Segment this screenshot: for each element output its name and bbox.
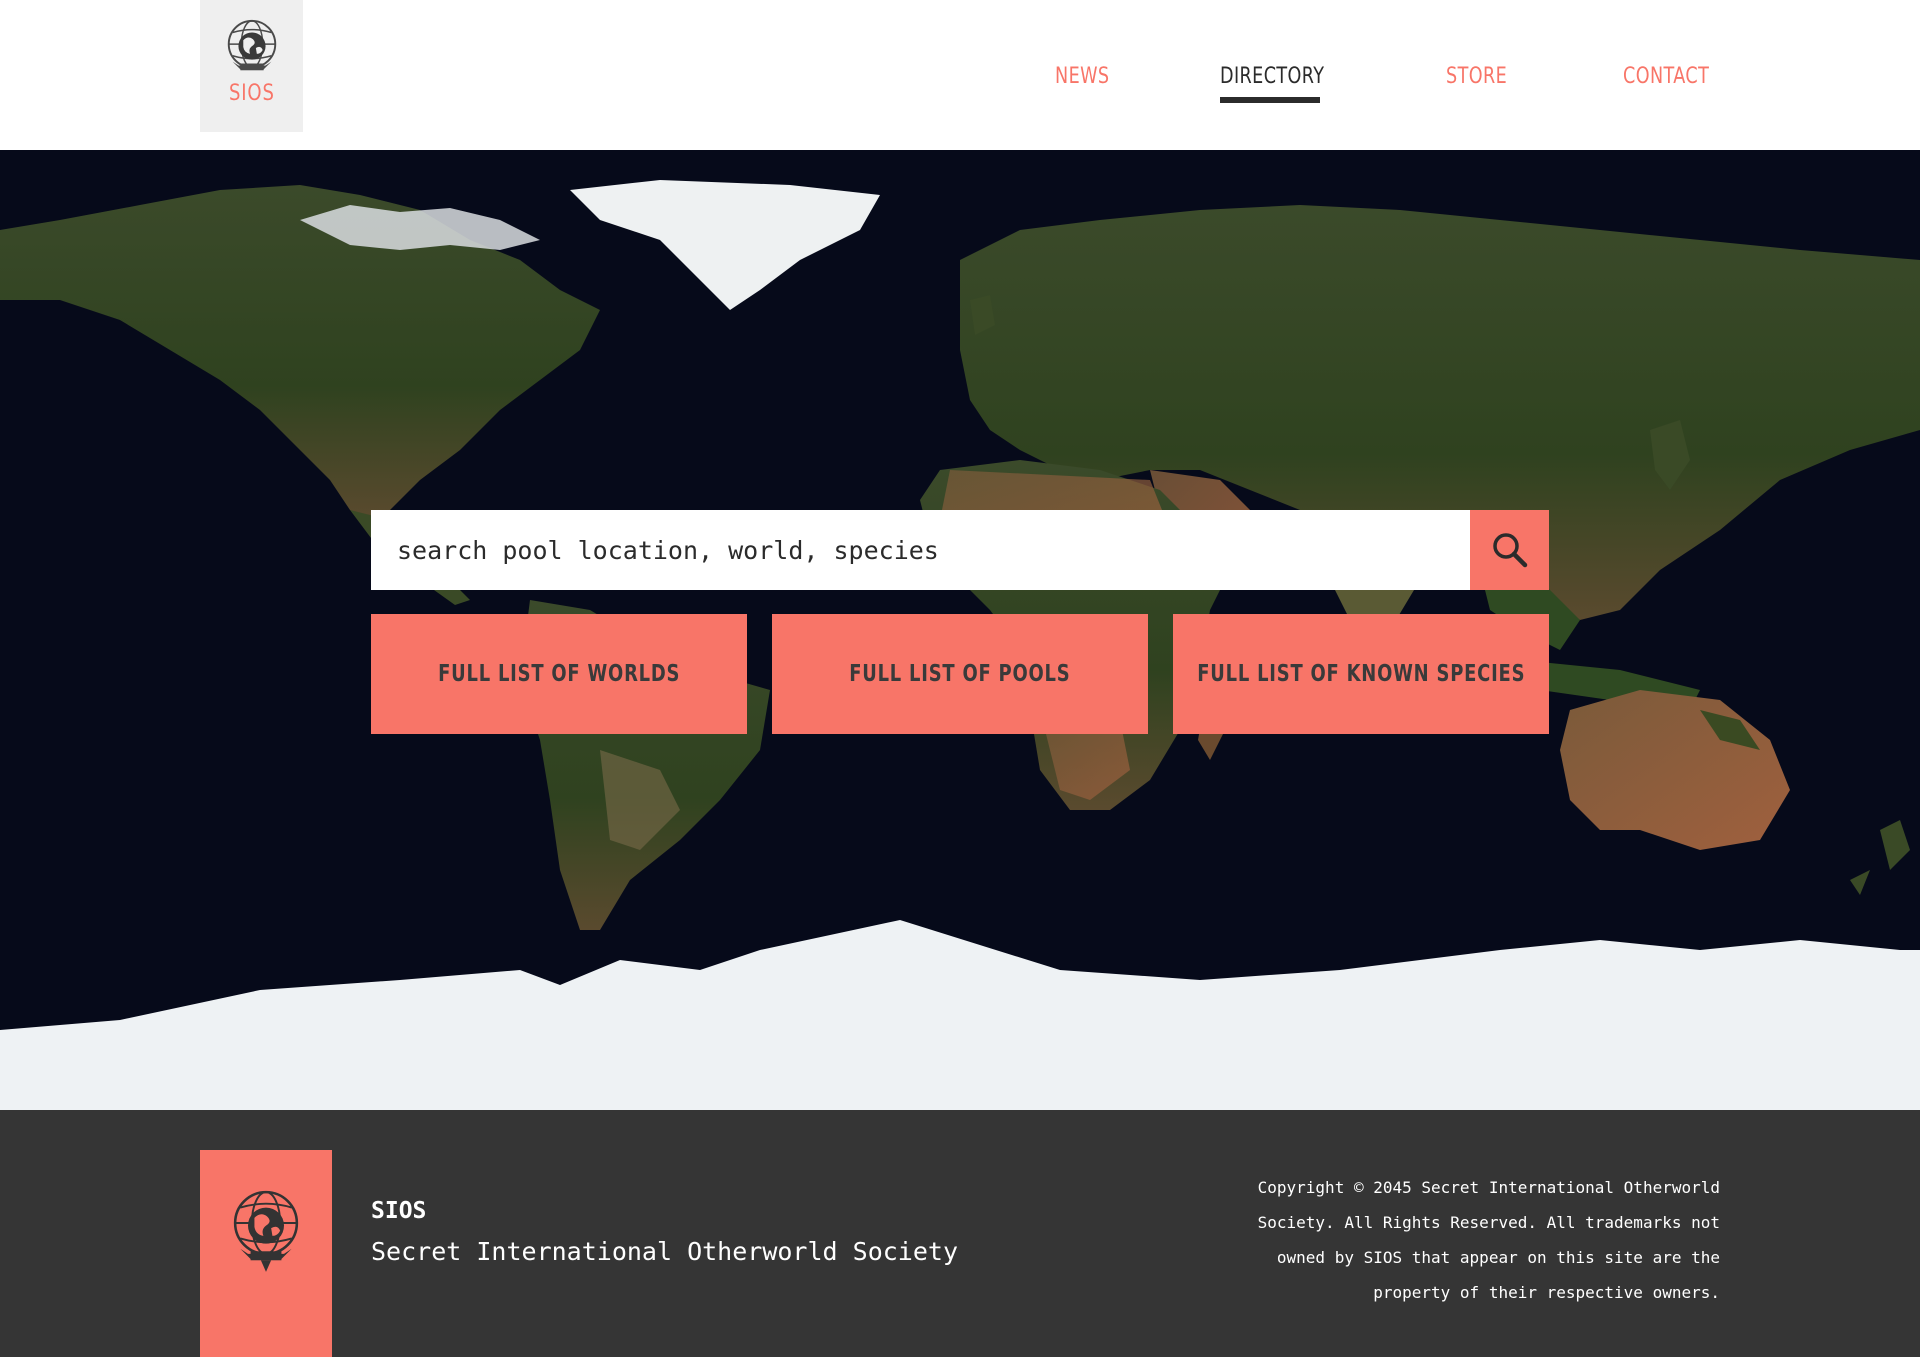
full-list-pools-button[interactable]: FULL LIST OF POOLS	[772, 614, 1148, 734]
nav-directory[interactable]: DIRECTORY	[1220, 64, 1324, 89]
footer-full-name: Secret International Otherworld Society	[371, 1237, 958, 1266]
hero-world-map: FULL LIST OF WORLDS FULL LIST OF POOLS F…	[0, 150, 1920, 1110]
full-list-pools-label: FULL LIST OF POOLS	[849, 661, 1071, 687]
site-header: SIOS NEWS DIRECTORY STORE CONTACT	[0, 0, 1920, 150]
copyright-line: Copyright © 2045 Secret International Ot…	[1257, 1178, 1720, 1197]
search-icon	[1492, 533, 1527, 568]
copyright-line: property of their respective owners.	[1373, 1283, 1720, 1302]
globe-emblem-icon	[227, 19, 276, 71]
footer-copyright: Copyright © 2045 Secret International Ot…	[1240, 1170, 1720, 1310]
search-input[interactable]	[371, 510, 1470, 590]
nav-store[interactable]: STORE	[1446, 64, 1507, 89]
search-button[interactable]	[1470, 510, 1549, 590]
full-list-worlds-label: FULL LIST OF WORLDS	[437, 661, 681, 687]
site-logo[interactable]: SIOS	[200, 0, 303, 132]
search-bar	[371, 510, 1549, 590]
footer-logo[interactable]	[200, 1150, 332, 1357]
copyright-line: Society. All Rights Reserved. All tradem…	[1257, 1213, 1720, 1232]
nav-contact[interactable]: CONTACT	[1623, 64, 1709, 89]
full-list-worlds-button[interactable]: FULL LIST OF WORLDS	[371, 614, 747, 734]
site-footer: SIOS Secret International Otherworld Soc…	[0, 1110, 1920, 1357]
directory-buttons: FULL LIST OF WORLDS FULL LIST OF POOLS F…	[371, 614, 1549, 734]
nav-news[interactable]: NEWS	[1055, 64, 1109, 89]
globe-emblem-icon	[233, 1190, 299, 1272]
copyright-line: owned by SIOS that appear on this site a…	[1276, 1248, 1720, 1267]
full-list-species-label: FULL LIST OF KNOWN SPECIES	[1196, 661, 1526, 687]
footer-brand-name: SIOS	[371, 1198, 427, 1224]
logo-text: SIOS	[228, 81, 275, 106]
full-list-species-button[interactable]: FULL LIST OF KNOWN SPECIES	[1173, 614, 1549, 734]
active-nav-indicator	[1220, 97, 1320, 103]
